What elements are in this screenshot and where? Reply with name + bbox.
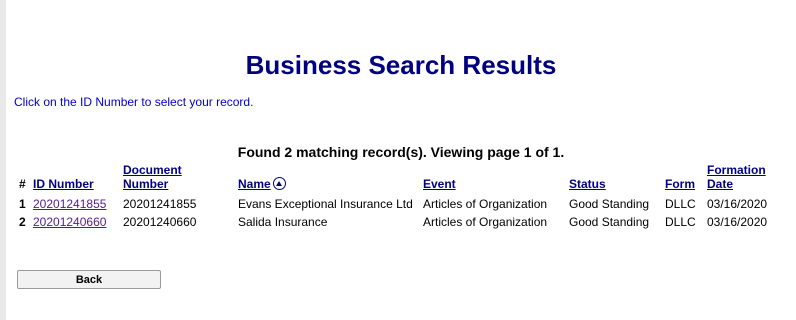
formation-date: 03/16/2020 [707, 215, 768, 229]
business-name: Evans Exceptional Insurance Ltd [238, 197, 413, 211]
col-header-formation-date[interactable]: Formation Date [707, 163, 773, 191]
status: Good Standing [569, 215, 650, 229]
event: Articles of Organization [423, 197, 548, 211]
col-header-form[interactable]: Form [665, 177, 695, 191]
table-row: 2 20201240660 20201240660 Salida Insuran… [17, 213, 780, 231]
form: DLLC [665, 215, 696, 229]
col-header-status[interactable]: Status [569, 177, 606, 191]
formation-date: 03/16/2020 [707, 197, 768, 211]
col-header-name[interactable]: Name [238, 177, 271, 191]
col-header-num: # [19, 177, 26, 191]
id-number-link[interactable]: 20201241855 [33, 197, 106, 211]
document-number: 20201241855 [123, 197, 197, 211]
col-header-document-number[interactable]: Document Number [123, 163, 193, 191]
form: DLLC [665, 197, 696, 211]
col-header-id-number[interactable]: ID Number [33, 177, 94, 191]
results-summary: Found 2 matching record(s). Viewing page… [237, 144, 565, 160]
col-header-event[interactable]: Event [423, 177, 456, 191]
row-number: 2 [19, 215, 26, 229]
event: Articles of Organization [423, 215, 548, 229]
left-edge-strip [0, 0, 6, 320]
business-name: Salida Insurance [238, 215, 328, 229]
back-button[interactable]: Back [17, 270, 161, 289]
row-number: 1 [19, 197, 26, 211]
instructions-text: Click on the ID Number to select your re… [14, 95, 254, 109]
status: Good Standing [569, 197, 650, 211]
id-number-link[interactable]: 20201240660 [33, 215, 106, 229]
document-number: 20201240660 [123, 215, 197, 229]
table-row: 1 20201241855 20201241855 Evans Exceptio… [17, 195, 780, 213]
page-title: Business Search Results [245, 50, 557, 80]
table-header-row: # ID Number Document Number Name Event S… [17, 163, 780, 195]
results-table: # ID Number Document Number Name Event S… [17, 163, 780, 231]
sort-ascending-icon[interactable] [272, 177, 286, 190]
